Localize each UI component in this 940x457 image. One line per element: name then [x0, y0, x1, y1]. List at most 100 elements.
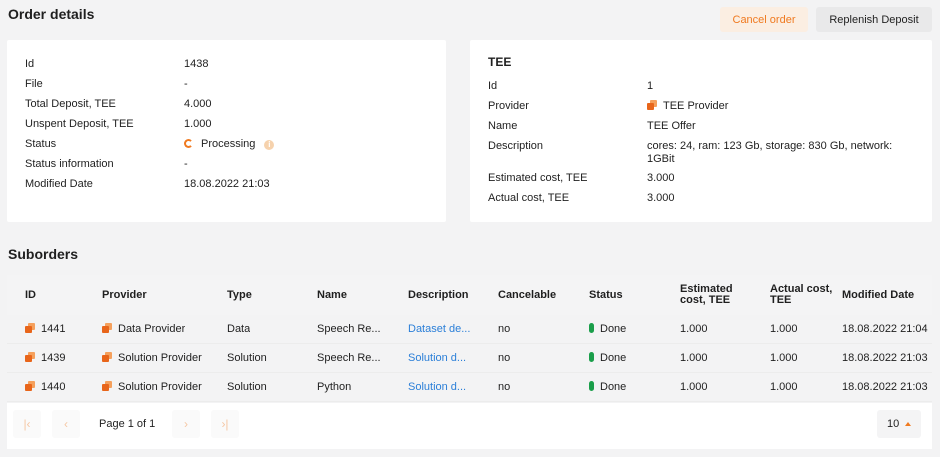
- cell-type: Solution: [227, 352, 267, 364]
- cell-actual-cost: 1.000: [770, 352, 798, 364]
- page-title: Order details: [8, 6, 95, 22]
- column-header-modified-date[interactable]: Modified Date: [842, 275, 914, 315]
- provider-icon: [647, 100, 657, 110]
- cell-id[interactable]: 1441: [25, 315, 65, 344]
- page-indicator: Page 1 of 1: [99, 418, 156, 430]
- cell-name: Python: [317, 381, 352, 393]
- cell-description-link[interactable]: Solution d...: [408, 373, 493, 402]
- suborder-id: 1439: [41, 352, 66, 364]
- column-header-type[interactable]: Type: [227, 275, 252, 315]
- status-text: Processing: [201, 138, 256, 150]
- cell-provider: Solution Provider: [102, 373, 202, 402]
- column-header-actual-cost[interactable]: Actual cost, TEE: [770, 275, 836, 315]
- tee-description-value-row: cores: 24, ram: 123 Gb, storage: 830 Gb,…: [470, 136, 932, 166]
- previous-page-button[interactable]: ‹: [52, 410, 80, 438]
- field-label: Unspent Deposit, TEE: [25, 118, 134, 130]
- cell-modified-date: 18.08.2022 21:03: [842, 381, 928, 393]
- provider-icon: [102, 352, 112, 362]
- page-size-value: 10: [887, 418, 900, 430]
- table-header: ID Provider Type Name Description Cancel…: [7, 275, 932, 315]
- tee-provider-value: TEE Provider: [647, 96, 907, 116]
- tee-provider-name: TEE Provider: [663, 100, 729, 112]
- tee-actual-cost-row: Actual cost, TEE 3.000: [470, 188, 932, 208]
- field-label: Actual cost, TEE: [488, 192, 570, 204]
- cell-type: Data: [227, 323, 251, 335]
- status-value: Processing i: [184, 134, 275, 154]
- cancel-order-button[interactable]: Cancel order: [720, 7, 808, 32]
- field-label: Status information: [25, 158, 114, 170]
- field-label: Total Deposit, TEE: [25, 98, 116, 110]
- caret-up-icon: [905, 422, 912, 426]
- tee-provider-row: Provider TEE Provider: [470, 96, 932, 116]
- tee-card: TEE Id 1 Provider TEE Provider Name TEE …: [470, 40, 932, 222]
- cell-id[interactable]: 1439: [25, 344, 65, 373]
- cell-actual-cost: 1.000: [770, 323, 798, 335]
- total-deposit-row: Total Deposit, TEE 4.000: [7, 94, 446, 114]
- unspent-deposit-row: Unspent Deposit, TEE 1.000: [7, 114, 446, 134]
- order-file-value: -: [184, 78, 188, 90]
- tee-name-row: Name TEE Offer: [470, 116, 932, 136]
- cell-name: Speech Re...: [317, 323, 381, 335]
- field-label: Id: [25, 58, 35, 70]
- cell-modified-date: 18.08.2022 21:03: [842, 352, 928, 364]
- first-page-button[interactable]: |‹: [13, 410, 41, 438]
- cell-name: Speech Re...: [317, 352, 381, 364]
- status-text: Done: [600, 323, 627, 335]
- cell-cancelable: no: [498, 323, 511, 335]
- order-id-value: 1438: [184, 58, 209, 70]
- tee-name-value: TEE Offer: [647, 120, 696, 132]
- provider-name: Data Provider: [118, 323, 186, 335]
- suborder-icon: [25, 381, 35, 391]
- provider-name: Solution Provider: [118, 352, 202, 364]
- order-id-row: Id 1438: [7, 54, 446, 74]
- table-row[interactable]: 1441 Data Provider Data Speech Re... Dat…: [7, 315, 932, 344]
- suborders-title: Suborders: [8, 246, 79, 262]
- cell-estimated-cost: 1.000: [680, 352, 708, 364]
- cell-status: Done: [589, 315, 626, 344]
- cell-modified-date: 18.08.2022 21:04: [842, 323, 928, 335]
- cell-id[interactable]: 1440: [25, 373, 65, 402]
- status-info-row: Status information -: [7, 154, 446, 174]
- cell-cancelable: no: [498, 352, 511, 364]
- total-deposit-value: 4.000: [184, 98, 212, 110]
- last-page-button[interactable]: ›|: [211, 410, 239, 438]
- cell-description-link[interactable]: Solution d...: [408, 344, 493, 373]
- order-file-row: File -: [7, 74, 446, 94]
- cell-type: Solution: [227, 381, 267, 393]
- tee-id-row: Id 1: [470, 76, 932, 96]
- field-label: File: [25, 78, 43, 90]
- order-details-card: Id 1438 File - Total Deposit, TEE 4.000 …: [7, 40, 446, 222]
- column-header-name[interactable]: Name: [317, 275, 347, 315]
- replenish-deposit-button[interactable]: Replenish Deposit: [816, 7, 932, 32]
- cell-cancelable: no: [498, 381, 511, 393]
- field-label: Modified Date: [25, 178, 93, 190]
- suborder-id: 1441: [41, 323, 66, 335]
- column-header-cancelable[interactable]: Cancelable: [498, 275, 556, 315]
- status-done-dot: [589, 352, 594, 362]
- table-row[interactable]: 1440 Solution Provider Solution Python S…: [7, 373, 932, 402]
- info-icon[interactable]: i: [264, 140, 275, 150]
- cell-actual-cost: 1.000: [770, 381, 798, 393]
- field-label: Name: [488, 120, 518, 132]
- page-size-select[interactable]: 10: [877, 410, 921, 438]
- status-done-dot: [589, 381, 594, 391]
- provider-name: Solution Provider: [118, 381, 202, 393]
- status-info-value: -: [184, 158, 188, 170]
- table-row[interactable]: 1439 Solution Provider Solution Speech R…: [7, 344, 932, 373]
- column-header-status[interactable]: Status: [589, 275, 623, 315]
- provider-icon: [102, 323, 112, 333]
- tee-description-value: cores: 24, ram: 123 Gb, storage: 830 Gb,…: [647, 140, 893, 165]
- provider-icon: [102, 381, 112, 391]
- column-header-id[interactable]: ID: [25, 275, 36, 315]
- tee-id-value: 1: [647, 80, 654, 92]
- next-page-button[interactable]: ›: [172, 410, 200, 438]
- cell-estimated-cost: 1.000: [680, 381, 708, 393]
- column-header-estimated-cost[interactable]: Estimated cost, TEE: [680, 275, 750, 315]
- column-header-provider[interactable]: Provider: [102, 275, 147, 315]
- field-label: Status: [25, 138, 57, 150]
- column-header-description[interactable]: Description: [408, 275, 469, 315]
- status-text: Done: [600, 352, 627, 364]
- field-label: Estimated cost, TEE: [488, 172, 588, 184]
- modified-date-value: 18.08.2022 21:03: [184, 178, 270, 190]
- cell-description-link[interactable]: Dataset de...: [408, 315, 493, 344]
